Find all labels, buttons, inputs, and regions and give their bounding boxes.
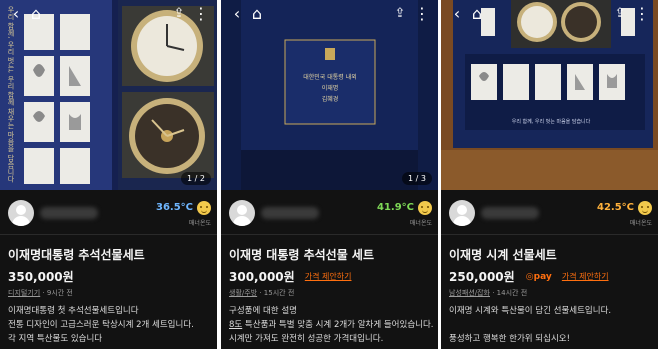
price-row: 350,000원 [8, 266, 74, 284]
box-footer-text: 우리 함께, 우리 벗는 마음을 담습니다 [511, 119, 591, 125]
manner-temperature: 42.5°C [596, 202, 634, 213]
photo-topbar-1: ‹ ⌂ ⇪ ⋮ [0, 0, 217, 30]
divider [441, 234, 658, 235]
listing-title: 이재명대통령 추석선물세트 [8, 248, 145, 262]
smiley-face-icon [638, 201, 652, 215]
price-offer-link[interactable]: 가격 제안하기 [562, 272, 609, 281]
manner-label: 매너온도 [188, 220, 211, 227]
avatar[interactable] [8, 200, 34, 226]
listing-price: 350,000원 [8, 270, 74, 284]
listing-title: 이재명 대통령 추석선물 세트 [229, 248, 375, 262]
manner-label: 매너온도 [629, 220, 652, 227]
posted-time: · 15시간 전 [257, 289, 295, 297]
blurred-seller-name [40, 207, 98, 219]
share-icon[interactable]: ⇪ [390, 4, 410, 24]
blurred-seller-name [261, 207, 319, 219]
seller-row[interactable]: 41.9°C 매너온도 [221, 197, 438, 231]
listing-description: 이재명 시계와 특산물이 담긴 선물세트입니다. 풍성하고 행복한 한가위 되십… [449, 304, 654, 346]
photo-topbar-2: ‹ ⌂ ⇪ ⋮ [221, 0, 438, 30]
share-icon[interactable]: ⇪ [610, 4, 630, 24]
listing-panel-3: 우리 함께, 우리 벗는 마음을 담습니다 ‹ ⌂ ⇪ ⋮ 42.5°C 매너온… [441, 0, 658, 349]
description-line [449, 318, 654, 332]
listing-meta: 디지털기기 · 9시간 전 [8, 288, 73, 298]
share-icon[interactable]: ⇪ [169, 4, 189, 24]
photo-counter: 1 / 3 [402, 172, 432, 185]
home-icon[interactable]: ⌂ [467, 4, 487, 24]
more-vertical-icon[interactable]: ⋮ [412, 4, 432, 24]
category-link[interactable]: 디지털기기 [8, 289, 40, 297]
posted-time: · 9시간 전 [40, 289, 73, 297]
description-line: 구성품에 대한 설명 [229, 306, 297, 316]
description-line: 각 지역 특산물도 있습니다 [8, 334, 103, 344]
box-lid-vertical-text: 우리 함께, 우리 벗는, 우리 함께 채우는 마음을 담습니다 [7, 6, 15, 183]
listing-panel-1: ‹ ⌂ ⇪ ⋮ 1 / 2 36.5°C 매너온도 이재명대통령 추석선물세트 … [0, 0, 217, 349]
listing-panel-2: 대한민국 대통령 내외 이재명 김혜경 ‹ ⌂ ⇪ ⋮ 1 / 3 41.9°C… [221, 0, 438, 349]
more-vertical-icon[interactable]: ⋮ [191, 4, 211, 24]
listing-meta: 남성패션/잡화 · 14시간 전 [449, 288, 527, 298]
gift-card-text: 대한민국 대통령 내외 이재명 김혜경 [303, 74, 357, 103]
description-line: 시계만 가져도 완전히 성공한 가격대입니다. [229, 334, 384, 344]
smiley-face-icon [418, 201, 432, 215]
pay-badge: ◎pay [525, 271, 552, 282]
divider [221, 234, 438, 235]
photo-counter: 1 / 2 [181, 172, 211, 185]
home-icon[interactable]: ⌂ [26, 4, 46, 24]
avatar[interactable] [229, 200, 255, 226]
price-row: 300,000원 가격 제안하기 [229, 266, 352, 284]
home-icon[interactable]: ⌂ [247, 4, 267, 24]
description-line: 8도 특산품과 특별 맞춤 시계 2개가 알차게 들어있습니다. [229, 320, 434, 330]
price-row: 250,000원 ◎pay 가격 제안하기 [449, 266, 609, 284]
back-arrow-icon[interactable]: ‹ [227, 4, 247, 24]
back-arrow-icon[interactable]: ‹ [447, 4, 467, 24]
blurred-seller-name [481, 207, 539, 219]
listing-description: 이재명대통령 첫 추석선물세트입니다 전통 디자인이 고급스러운 탁상시계 2개… [8, 304, 213, 346]
manner-label: 매너온도 [409, 220, 432, 227]
category-link[interactable]: 생활/주방 [229, 289, 257, 297]
manner-temperature: 41.9°C [376, 202, 414, 213]
photo-topbar-3: ‹ ⌂ ⇪ ⋮ [441, 0, 658, 30]
pay-logo-icon: ◎ [525, 271, 534, 282]
divider [0, 234, 217, 235]
smiley-face-icon [197, 201, 211, 215]
listing-price: 300,000원 [229, 270, 295, 284]
posted-time: · 14시간 전 [490, 289, 528, 297]
seller-row[interactable]: 42.5°C 매너온도 [441, 197, 658, 231]
manner-temperature: 36.5°C [155, 202, 193, 213]
listing-price: 250,000원 [449, 270, 515, 284]
avatar[interactable] [449, 200, 475, 226]
listing-meta: 생활/주방 · 15시간 전 [229, 288, 294, 298]
description-line: 전통 디자인이 고급스러운 탁상시계 2개 세트입니다. [8, 320, 194, 330]
description-line: 이재명 시계와 특산물이 담긴 선물세트입니다. [449, 306, 612, 316]
listing-title: 이재명 시계 선물세트 [449, 248, 557, 262]
description-line: 이재명대통령 첫 추석선물세트입니다 [8, 306, 139, 316]
description-line: 풍성하고 행복한 한가위 되십시오! [449, 334, 570, 344]
category-link[interactable]: 남성패션/잡화 [449, 289, 490, 297]
listing-description: 구성품에 대한 설명 8도 특산품과 특별 맞춤 시계 2개가 알차게 들어있습… [229, 304, 434, 346]
price-offer-link[interactable]: 가격 제안하기 [305, 272, 352, 281]
more-vertical-icon[interactable]: ⋮ [632, 4, 652, 24]
seller-row[interactable]: 36.5°C 매너온도 [0, 197, 217, 231]
